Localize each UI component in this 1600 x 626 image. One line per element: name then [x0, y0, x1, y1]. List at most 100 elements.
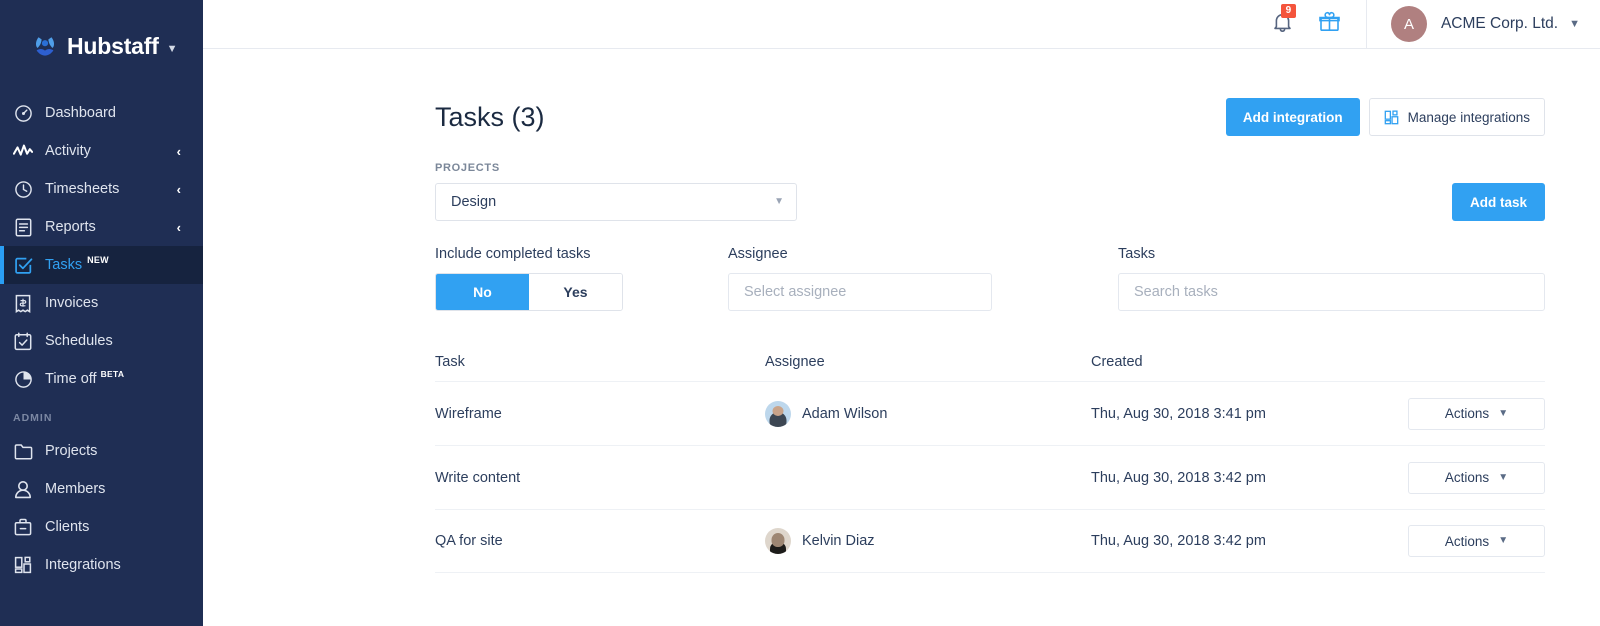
report-document-icon [13, 217, 33, 237]
chevron-left-icon[interactable]: ‹ [177, 145, 181, 158]
hubstaff-logo-icon [32, 33, 58, 59]
assignee-name: Adam Wilson [802, 405, 888, 422]
cell-created: Thu, Aug 30, 2018 3:42 pm [1091, 469, 1266, 486]
search-input[interactable] [1118, 273, 1545, 311]
sidebar-nav: Dashboard Activity ‹ Timesheets ‹ Report… [0, 92, 203, 584]
blocks-integration-icon [13, 555, 33, 575]
column-header-task: Task [435, 354, 465, 370]
table-row[interactable]: Write content Thu, Aug 30, 2018 3:42 pm … [435, 445, 1545, 509]
table-row[interactable]: Wireframe Adam Wilson Thu, Aug 30, 2018 … [435, 381, 1545, 445]
sidebar-section-admin: ADMIN [13, 412, 53, 424]
sidebar-item-label: Reports [45, 219, 96, 235]
sidebar-item-label: Activity [45, 143, 91, 159]
top-bar: 9 A ACME Corp. Ltd. ▼ [203, 0, 1600, 49]
include-completed-label: Include completed tasks [435, 246, 591, 262]
main-area: 9 A ACME Corp. Ltd. ▼ Tasks (3) Add inte… [203, 0, 1600, 626]
chevron-left-icon[interactable]: ‹ [177, 221, 181, 234]
sidebar-item-label: Dashboard [45, 105, 116, 121]
projects-filter: PROJECTS Design ▼ [435, 162, 797, 221]
cell-assignee: Kelvin Diaz [765, 528, 1091, 554]
gauge-icon [13, 103, 33, 123]
sidebar-item-label: Projects [45, 443, 98, 459]
checkbox-task-icon [13, 255, 33, 275]
page-content: Tasks (3) Add integration Manage integra… [203, 49, 1600, 573]
chevron-down-icon: ▼ [1498, 471, 1509, 483]
cell-task: Write content [435, 469, 521, 486]
cell-actions: Actions ▼ [1392, 397, 1545, 430]
manage-integrations-button[interactable]: Manage integrations [1368, 98, 1545, 136]
tasks-table: Task Assignee Created Wireframe Adam Wil… [435, 343, 1545, 573]
sidebar-item-label: Schedules [45, 333, 113, 349]
sidebar-item-label: Clients [45, 519, 90, 535]
invoice-receipt-icon [13, 293, 33, 313]
briefcase-icon [13, 517, 33, 537]
sidebar-badge-beta: BETA [100, 369, 125, 379]
page-title: Tasks (3) [435, 101, 545, 132]
chevron-down-icon[interactable]: ▼ [774, 197, 784, 207]
sidebar-item-tasks[interactable]: Tasks NEW [0, 246, 203, 284]
sidebar-item-activity[interactable]: Activity ‹ [0, 132, 203, 170]
assignee-avatar [765, 528, 791, 554]
person-icon [13, 479, 33, 499]
tasks-search-label: Tasks [1118, 246, 1156, 262]
chevron-down-icon[interactable]: ▼ [167, 43, 178, 55]
projects-filter-row: PROJECTS Design ▼ Add task [435, 162, 1545, 221]
sidebar-item-label: Timesheets [45, 181, 120, 197]
chevron-down-icon: ▼ [1498, 407, 1509, 419]
actions-button[interactable]: Actions ▼ [1408, 525, 1545, 557]
sidebar-item-label: Integrations [45, 557, 121, 573]
cell-created: Thu, Aug 30, 2018 3:41 pm [1091, 405, 1266, 422]
include-completed-toggle[interactable]: No Yes [435, 273, 623, 311]
sidebar-item-timesheets[interactable]: Timesheets ‹ [0, 170, 203, 208]
page-header: Tasks (3) Add integration Manage integra… [435, 49, 1545, 136]
clock-icon [13, 179, 33, 199]
chevron-down-icon[interactable]: ▼ [1569, 18, 1580, 30]
sidebar-item-integrations[interactable]: Integrations [0, 546, 203, 584]
bell-icon[interactable]: 9 [1272, 3, 1296, 38]
brand-logo[interactable]: Hubstaff ▼ [0, 0, 203, 92]
cell-actions: Actions ▼ [1392, 461, 1545, 494]
account-name: ACME Corp. Ltd. [1440, 15, 1559, 32]
sidebar-item-reports[interactable]: Reports ‹ [0, 208, 203, 246]
cell-task: QA for site [435, 533, 503, 549]
toggle-option-no[interactable]: No [436, 274, 529, 310]
actions-button[interactable]: Actions ▼ [1408, 461, 1545, 494]
actions-button[interactable]: Actions ▼ [1408, 397, 1545, 430]
sidebar-item-schedules[interactable]: Schedules [0, 322, 203, 360]
projects-label: PROJECTS [435, 162, 500, 174]
gift-icon[interactable] [1319, 11, 1340, 37]
actions-button-label: Actions [1444, 470, 1490, 485]
blocks-integration-icon [1384, 109, 1399, 125]
assignee-avatar [765, 400, 791, 427]
folder-icon [13, 441, 33, 461]
sidebar-item-invoices[interactable]: Invoices [0, 284, 203, 322]
assignee-name: Kelvin Diaz [802, 533, 875, 549]
sidebar-item-time-off[interactable]: Time off BETA [0, 360, 203, 398]
column-header-created: Created [1091, 354, 1143, 370]
sidebar-item-projects[interactable]: Projects [0, 432, 203, 470]
actions-button-label: Actions [1444, 533, 1490, 549]
brand-name: Hubstaff [67, 32, 159, 59]
notification-count-badge: 9 [1280, 3, 1296, 18]
sidebar-item-clients[interactable]: Clients [0, 508, 203, 546]
assignee-input[interactable] [728, 273, 992, 311]
chevron-left-icon[interactable]: ‹ [177, 183, 181, 196]
header-actions: Add integration Manage integrations [1225, 98, 1545, 136]
account-menu[interactable]: A ACME Corp. Ltd. ▼ [1367, 6, 1580, 42]
sidebar-item-dashboard[interactable]: Dashboard [0, 94, 203, 132]
assignee-filter: Assignee [728, 246, 992, 311]
top-bar-icons: 9 [1272, 3, 1366, 38]
sidebar-item-label: Invoices [45, 295, 99, 311]
projects-select[interactable]: Design ▼ [435, 183, 797, 221]
toggle-option-yes[interactable]: Yes [529, 274, 622, 310]
app-root: Hubstaff ▼ Dashboard Activity ‹ Timeshee… [0, 0, 1600, 626]
cell-task: Wireframe [435, 405, 502, 422]
add-integration-button[interactable]: Add integration [1225, 98, 1360, 136]
table-row[interactable]: QA for site Kelvin Diaz Thu, Aug 30, 201… [435, 509, 1545, 573]
add-task-button[interactable]: Add task [1451, 183, 1545, 221]
column-header-assignee: Assignee [765, 354, 825, 370]
manage-integrations-label: Manage integrations [1407, 109, 1530, 125]
sidebar-item-members[interactable]: Members [0, 470, 203, 508]
assignee-label: Assignee [728, 246, 788, 262]
sidebar-item-label: Tasks [45, 257, 83, 273]
